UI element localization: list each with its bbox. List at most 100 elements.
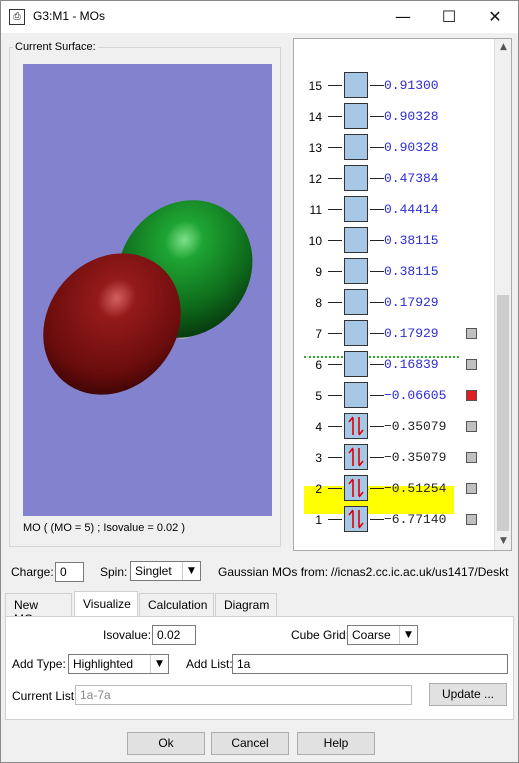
level-line-right bbox=[370, 426, 384, 427]
maximize-button[interactable]: ☐ bbox=[426, 1, 472, 33]
mo-energy-value: 0.91300 bbox=[384, 78, 439, 93]
surface-marker[interactable] bbox=[466, 452, 477, 463]
mo-level[interactable]: 5 −0.06605 bbox=[294, 382, 494, 410]
mo-level-number: 7 bbox=[315, 327, 322, 341]
mo-level[interactable]: 7 0.17929 bbox=[294, 320, 494, 348]
level-line-right bbox=[370, 85, 384, 86]
virtual-orbital-box bbox=[344, 382, 368, 408]
scroll-up-icon[interactable]: ▲ bbox=[495, 39, 511, 56]
add-type-value: Highlighted bbox=[73, 657, 134, 671]
level-line-left bbox=[328, 426, 342, 427]
help-button[interactable]: Help bbox=[297, 732, 375, 755]
add-list-label: Add List: bbox=[186, 657, 233, 671]
mo-level-number: 4 bbox=[315, 420, 322, 434]
ok-button[interactable]: Ok bbox=[127, 732, 205, 755]
surface-marker[interactable] bbox=[466, 514, 477, 525]
add-list-input[interactable]: 1a bbox=[232, 654, 508, 674]
mo-level[interactable]: 6 0.16839 bbox=[294, 351, 494, 379]
tab-visualize[interactable]: Visualize bbox=[74, 591, 138, 616]
mo-level[interactable]: 1 −6.77140 bbox=[294, 506, 494, 534]
mo-level[interactable]: 3 −0.35079 bbox=[294, 444, 494, 472]
add-type-select[interactable]: Highlighted ▼ bbox=[68, 654, 169, 674]
surface-marker[interactable] bbox=[466, 359, 477, 370]
chevron-down-icon: ▼ bbox=[399, 626, 417, 644]
level-line-left bbox=[328, 209, 342, 210]
mo-energy-diagram[interactable]: 15 0.91300 14 0.90328 13 0.90328 12 0.47384 11 0.… bbox=[293, 38, 512, 551]
mo-level-number: 10 bbox=[308, 234, 322, 248]
isovalue-input[interactable]: 0.02 bbox=[152, 625, 196, 645]
source-path: //icnas2.cc.ic.ac.uk/us1417/Deskt bbox=[331, 565, 509, 579]
level-line-right bbox=[370, 147, 384, 148]
level-line-right bbox=[370, 395, 384, 396]
cube-grid-select[interactable]: Coarse ▼ bbox=[347, 625, 418, 645]
mo-level-number: 6 bbox=[315, 358, 322, 372]
window-title: G3:M1 - MOs bbox=[33, 9, 106, 23]
displayed-surface-marker[interactable] bbox=[466, 390, 477, 401]
surface-marker[interactable] bbox=[466, 421, 477, 432]
diagram-scrollbar[interactable]: ▲ ▼ bbox=[494, 39, 511, 550]
mos-window: ⎙ G3:M1 - MOs — ☐ ✕ Current Surface: MO … bbox=[0, 0, 519, 763]
surface-marker[interactable] bbox=[466, 328, 477, 339]
mo-energy-value: 0.38115 bbox=[384, 233, 439, 248]
mo-level[interactable]: 10 0.38115 bbox=[294, 227, 494, 255]
minimize-button[interactable]: — bbox=[380, 1, 426, 33]
level-line-left bbox=[328, 271, 342, 272]
mo-energy-value: 0.44414 bbox=[384, 202, 439, 217]
mo-energy-value: 0.90328 bbox=[384, 140, 439, 155]
close-button[interactable]: ✕ bbox=[472, 1, 518, 33]
level-line-left bbox=[328, 519, 342, 520]
charge-input[interactable]: 0 bbox=[55, 562, 84, 582]
mo-level-number: 3 bbox=[315, 451, 322, 465]
level-line-right bbox=[370, 302, 384, 303]
mo-energy-value: 0.16839 bbox=[384, 357, 439, 372]
mo-level-number: 8 bbox=[315, 296, 322, 310]
mo-level[interactable]: 12 0.47384 bbox=[294, 165, 494, 193]
virtual-orbital-box bbox=[344, 72, 368, 98]
level-line-left bbox=[328, 147, 342, 148]
virtual-orbital-box bbox=[344, 320, 368, 346]
scroll-down-icon[interactable]: ▼ bbox=[495, 533, 511, 550]
mo-level-number: 1 bbox=[315, 513, 322, 527]
mo-level[interactable]: 14 0.90328 bbox=[294, 103, 494, 131]
tab-diagram[interactable]: Diagram bbox=[215, 593, 277, 617]
orbital-surface-render bbox=[43, 200, 253, 395]
mo-level[interactable]: 8 0.17929 bbox=[294, 289, 494, 317]
mo-level[interactable]: 11 0.44414 bbox=[294, 196, 494, 224]
mo-energy-value: −6.77140 bbox=[384, 512, 447, 527]
cube-grid-value: Coarse bbox=[352, 628, 391, 642]
mo-level-number: 2 bbox=[315, 482, 322, 496]
scroll-thumb[interactable] bbox=[497, 295, 509, 531]
electron-pair-icon bbox=[348, 447, 364, 467]
level-line-right bbox=[370, 178, 384, 179]
mo-level[interactable]: 13 0.90328 bbox=[294, 134, 494, 162]
spin-select[interactable]: Singlet ▼ bbox=[130, 561, 201, 581]
electron-pair-icon bbox=[348, 478, 364, 498]
level-line-right bbox=[370, 519, 384, 520]
virtual-orbital-box bbox=[344, 103, 368, 129]
mo-energy-value: 0.17929 bbox=[384, 295, 439, 310]
orbital-viewport[interactable] bbox=[23, 64, 272, 516]
charge-label: Charge: bbox=[11, 565, 54, 579]
mo-level[interactable]: 2 −0.51254 bbox=[294, 475, 494, 503]
mo-energy-value: −0.35079 bbox=[384, 419, 447, 434]
isovalue-label: Isovalue: bbox=[103, 628, 152, 642]
tab-new-mos[interactable]: New MOs bbox=[5, 593, 72, 626]
update-button[interactable]: Update ... bbox=[429, 683, 507, 706]
visualize-panel: Isovalue: 0.02 Cube Grid: Coarse ▼ Add T… bbox=[5, 616, 514, 720]
level-line-left bbox=[328, 395, 342, 396]
virtual-orbital-box bbox=[344, 258, 368, 284]
mo-level-number: 11 bbox=[309, 203, 322, 217]
level-line-right bbox=[370, 209, 384, 210]
mo-level[interactable]: 15 0.91300 bbox=[294, 72, 494, 100]
cancel-button[interactable]: Cancel bbox=[211, 732, 289, 755]
virtual-orbital-box bbox=[344, 196, 368, 222]
mo-level[interactable]: 4 −0.35079 bbox=[294, 413, 494, 441]
virtual-orbital-box bbox=[344, 351, 368, 377]
tab-calculation[interactable]: Calculation bbox=[139, 593, 214, 617]
level-line-right bbox=[370, 116, 384, 117]
mo-level[interactable]: 9 0.38115 bbox=[294, 258, 494, 286]
level-line-left bbox=[328, 178, 342, 179]
surface-marker[interactable] bbox=[466, 483, 477, 494]
occupied-orbital-box bbox=[344, 413, 368, 439]
add-type-label: Add Type: bbox=[12, 657, 66, 671]
